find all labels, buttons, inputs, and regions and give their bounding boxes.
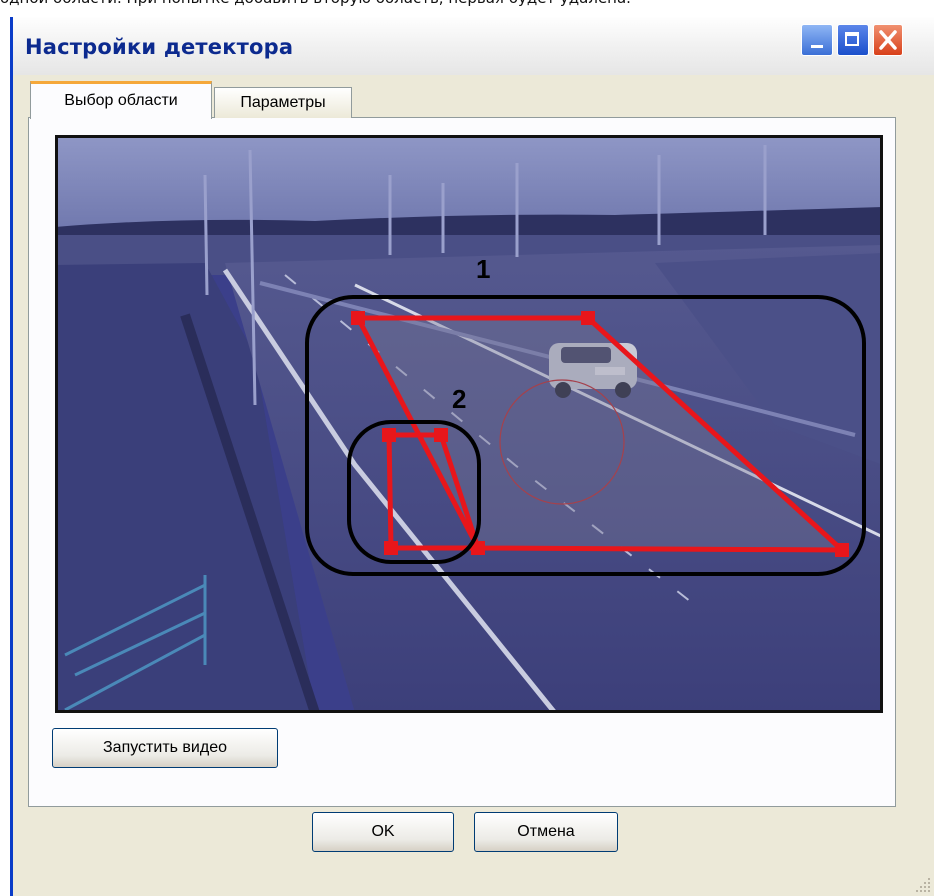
video-frame: 1 2 xyxy=(55,135,883,713)
tab-parameters[interactable]: Параметры xyxy=(214,87,352,118)
video-preview[interactable]: 1 2 xyxy=(55,135,883,713)
annotation-label-2: 2 xyxy=(452,384,466,414)
maximize-icon xyxy=(845,32,859,46)
minimize-icon xyxy=(811,45,823,48)
tab-area-selection[interactable]: Выбор области xyxy=(30,81,212,119)
title-bar[interactable]: Настройки детектора xyxy=(13,17,934,75)
context-text: одной области. При попытке добавить втор… xyxy=(0,0,631,9)
window-title: Настройки детектора xyxy=(25,35,294,59)
resize-grip-icon[interactable] xyxy=(910,872,932,894)
close-icon xyxy=(879,30,897,50)
cancel-button[interactable]: Отмена xyxy=(474,812,618,852)
start-video-button[interactable]: Запустить видео xyxy=(52,728,278,768)
ok-button[interactable]: OK xyxy=(312,812,454,852)
maximize-button[interactable] xyxy=(837,24,869,56)
minimize-button[interactable] xyxy=(801,24,833,56)
annotation-label-1: 1 xyxy=(476,254,490,284)
close-button[interactable] xyxy=(873,24,903,56)
